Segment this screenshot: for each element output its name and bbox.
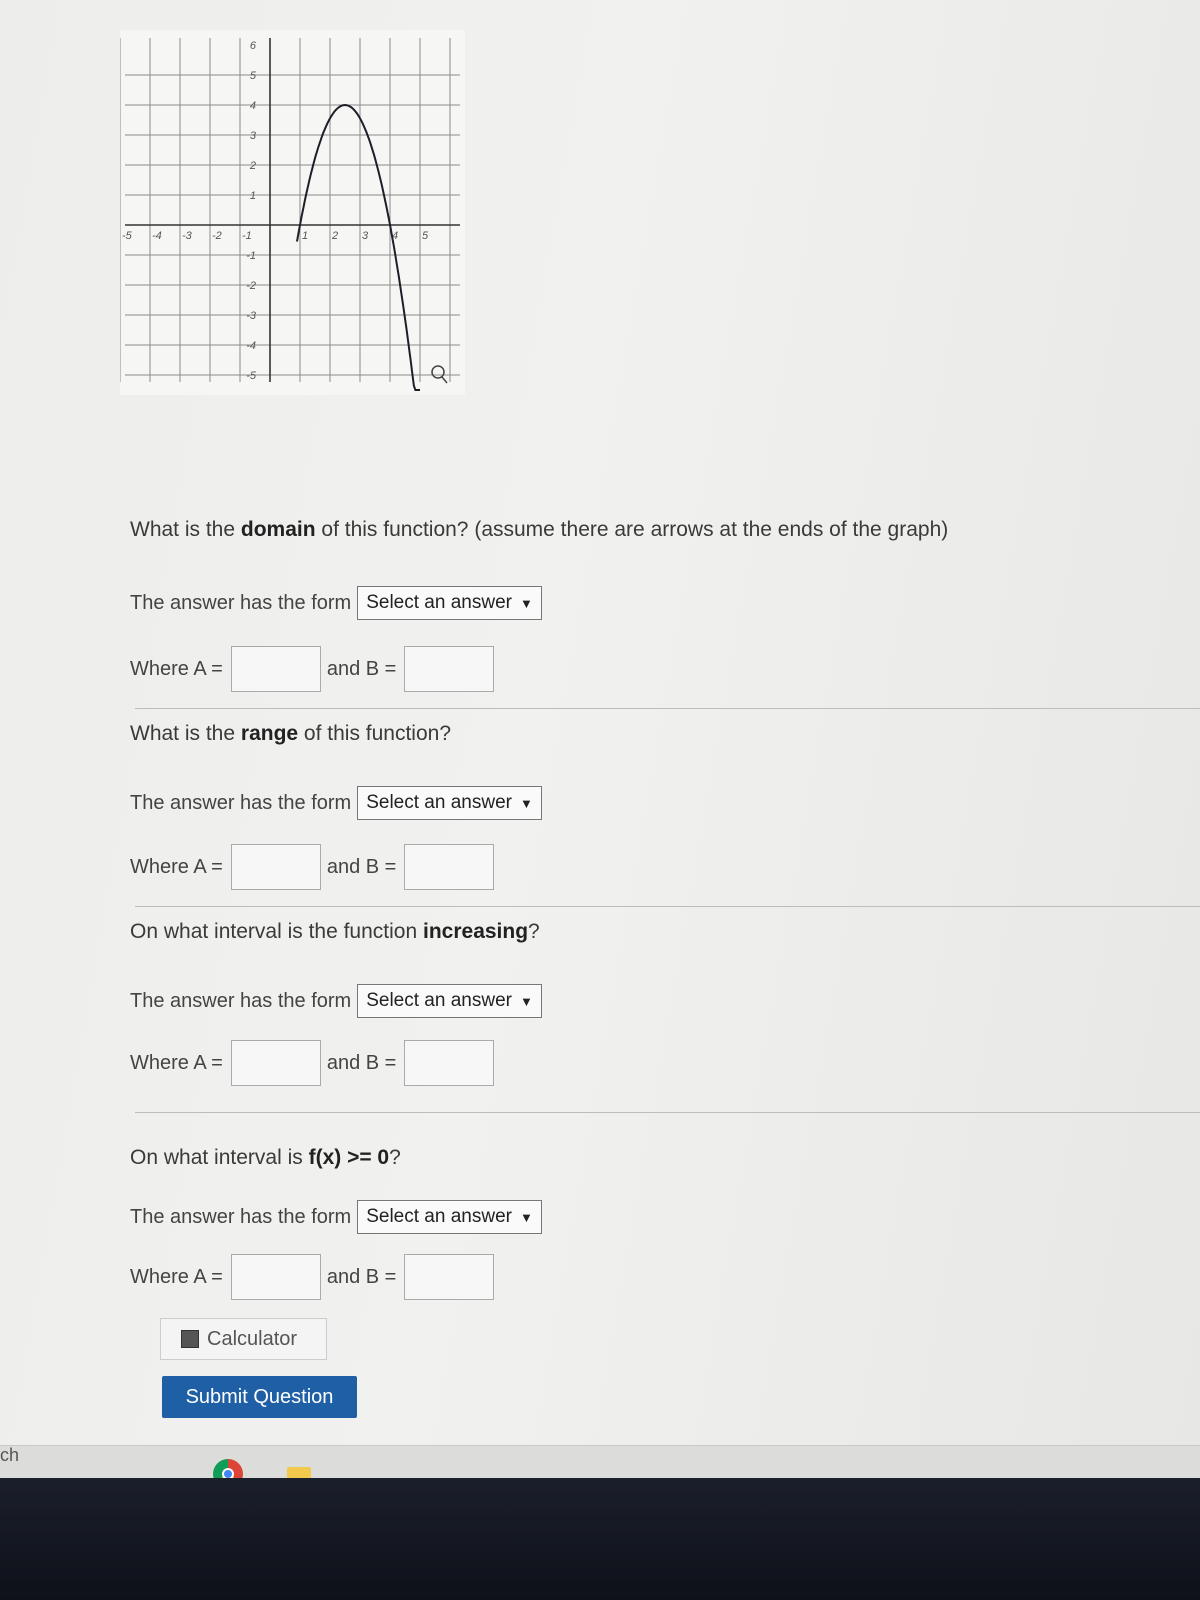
y-tick-label: -2 <box>246 280 256 292</box>
y-tick-label: 6 <box>250 40 257 52</box>
keyword-fx-nonnegative: f(x) >= 0 <box>308 1146 390 1169</box>
nonnegative-ab-row: Where A = and B = <box>130 1254 500 1300</box>
x-tick-label: -5 <box>122 230 133 242</box>
keyword-domain: domain <box>240 518 316 541</box>
y-tick-label: 2 <box>249 160 256 172</box>
form-label: The answer has the form <box>130 791 352 814</box>
range-b-input[interactable] <box>404 844 495 890</box>
chevron-down-icon: ▼ <box>519 993 533 1009</box>
monitor-bezel <box>0 1478 1200 1600</box>
where-a-label: Where A = <box>130 1051 223 1074</box>
form-label: The answer has the form <box>130 1205 352 1228</box>
chevron-down-icon: ▼ <box>519 1209 533 1225</box>
nonnegative-form-row: The answer has the form Select an answer… <box>130 1200 542 1234</box>
x-tick-label: 5 <box>422 230 429 242</box>
form-label: The answer has the form <box>130 989 352 1012</box>
form-label: The answer has the form <box>130 591 352 614</box>
increasing-a-input[interactable] <box>230 1040 321 1086</box>
question-increasing: On what interval is the function increas… <box>130 920 540 943</box>
y-tick-label: -1 <box>246 250 256 262</box>
and-b-label: and B = <box>326 855 397 878</box>
where-a-label: Where A = <box>130 855 223 878</box>
y-tick-label: -3 <box>246 310 257 322</box>
nonnegative-form-select[interactable]: Select an answer ▼ <box>357 1200 542 1234</box>
domain-form-select[interactable]: Select an answer ▼ <box>357 586 542 620</box>
increasing-form-row: The answer has the form Select an answer… <box>130 984 542 1018</box>
graph-svg: -5-4-3-2-112345654321-1-2-3-4-5-6 <box>120 38 460 391</box>
y-tick-label: 4 <box>250 100 256 112</box>
function-graph: -5-4-3-2-112345654321-1-2-3-4-5-6 <box>120 30 465 395</box>
question-nonnegative: On what interval is f(x) >= 0? <box>130 1146 401 1169</box>
keyword-range: range <box>240 722 299 745</box>
x-tick-label: 3 <box>362 230 369 242</box>
nonnegative-a-input[interactable] <box>230 1254 321 1300</box>
divider <box>135 1112 1200 1113</box>
domain-ab-row: Where A = and B = <box>130 646 500 692</box>
nonnegative-b-input[interactable] <box>404 1254 495 1300</box>
y-tick-label: 5 <box>250 70 257 82</box>
range-form-select[interactable]: Select an answer ▼ <box>357 786 542 820</box>
taskbar-search-text[interactable]: ch <box>0 1445 19 1466</box>
domain-a-input[interactable] <box>230 646 321 692</box>
x-tick-label: 1 <box>302 230 308 242</box>
x-tick-label: 2 <box>331 230 338 242</box>
magnifier-icon <box>431 365 445 379</box>
calculator-icon <box>181 1330 199 1348</box>
where-a-label: Where A = <box>130 657 223 680</box>
y-tick-label: -5 <box>246 370 257 382</box>
range-a-input[interactable] <box>230 844 321 890</box>
y-tick-label: 3 <box>250 130 257 142</box>
where-a-label: Where A = <box>130 1265 223 1288</box>
x-tick-label: -4 <box>152 230 162 242</box>
and-b-label: and B = <box>326 1051 397 1074</box>
keyword-increasing: increasing <box>423 920 529 943</box>
range-form-row: The answer has the form Select an answer… <box>130 786 542 820</box>
and-b-label: and B = <box>326 657 397 680</box>
function-curve <box>296 103 420 391</box>
question-range: What is the range of this function? <box>130 722 452 745</box>
chevron-down-icon: ▼ <box>519 595 533 611</box>
y-tick-label: 1 <box>250 190 256 202</box>
taskbar <box>0 1445 1200 1489</box>
x-tick-label: -2 <box>212 230 222 242</box>
domain-b-input[interactable] <box>404 646 495 692</box>
domain-form-row: The answer has the form Select an answer… <box>130 586 542 620</box>
increasing-form-select[interactable]: Select an answer ▼ <box>357 984 542 1018</box>
and-b-label: and B = <box>326 1265 397 1288</box>
x-tick-label: -1 <box>242 230 252 242</box>
screen: -5-4-3-2-112345654321-1-2-3-4-5-6 What i… <box>0 0 1200 1478</box>
question-domain: What is the domain of this function? (as… <box>130 518 949 541</box>
increasing-ab-row: Where A = and B = <box>130 1040 500 1086</box>
calculator-button[interactable]: Calculator <box>160 1318 327 1360</box>
submit-question-button[interactable]: Submit Question <box>162 1376 357 1418</box>
x-tick-label: -3 <box>182 230 193 242</box>
divider <box>135 708 1200 709</box>
magnifier-icon-handle <box>441 376 448 384</box>
increasing-b-input[interactable] <box>404 1040 495 1086</box>
y-tick-label: -4 <box>246 340 256 352</box>
range-ab-row: Where A = and B = <box>130 844 500 890</box>
chevron-down-icon: ▼ <box>519 795 533 811</box>
divider <box>135 906 1200 907</box>
